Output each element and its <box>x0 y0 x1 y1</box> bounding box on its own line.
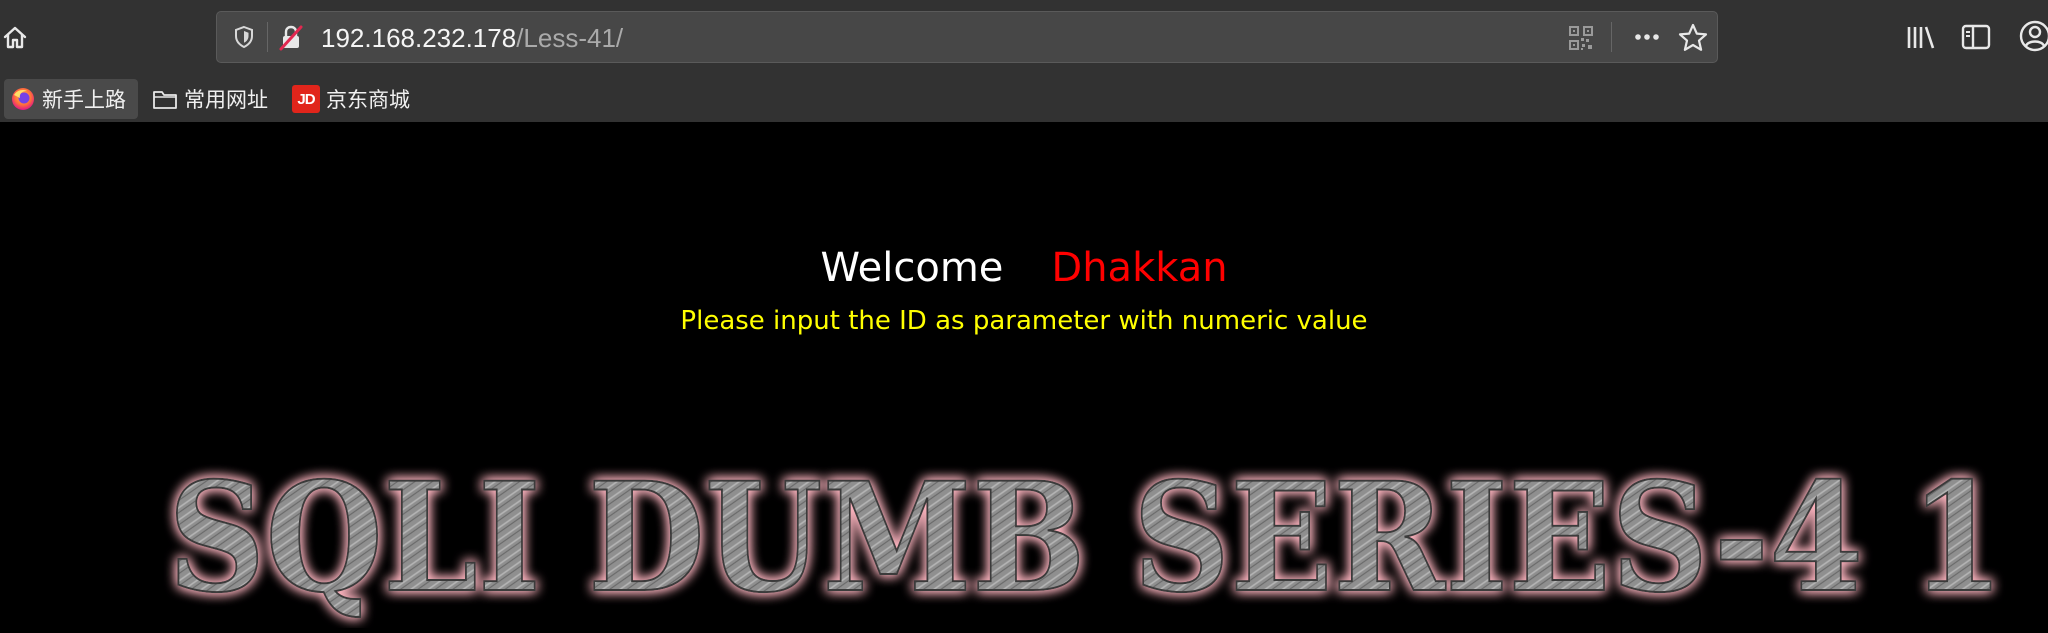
bookmark-getting-started[interactable]: 新手上路 <box>4 79 138 119</box>
url-bar[interactable]: 192.168.232.178/Less-41/ <box>216 11 1718 63</box>
home-icon <box>3 26 27 49</box>
account-icon[interactable] <box>2018 18 2048 54</box>
bookmark-label: 常用网址 <box>184 88 268 112</box>
bookmark-label: 京东商城 <box>326 88 410 112</box>
insecure-connection-lock-icon[interactable] <box>277 24 305 52</box>
welcome-text: Welcome <box>820 245 1004 291</box>
instruction-text: Please input the ID as parameter with nu… <box>680 306 1368 336</box>
jd-icon: JD <box>292 85 320 113</box>
user-name-text: Dhakkan <box>1051 245 1228 291</box>
welcome-heading: Welcome Dhakkan <box>0 248 2048 288</box>
qr-code-icon[interactable] <box>1567 24 1595 52</box>
home-button[interactable] <box>0 20 30 54</box>
sidebar-toggle-icon[interactable] <box>1960 22 1992 52</box>
url-bar-separator <box>1611 22 1612 52</box>
url-text[interactable]: 192.168.232.178/Less-41/ <box>321 23 623 54</box>
bookmark-star-icon[interactable] <box>1677 22 1709 54</box>
bookmark-folder-common-sites[interactable]: 常用网址 <box>146 79 274 119</box>
library-icon[interactable] <box>1904 20 1938 54</box>
page-actions-more-icon[interactable] <box>1629 20 1665 54</box>
sqli-dumb-series-banner: SQLI DUMB SERIES-4 1 <box>167 449 2005 627</box>
banner-text: SQLI DUMB SERIES-4 1 <box>168 450 2004 626</box>
bookmarks-toolbar: 新手上路 常用网址 JD 京东商城 <box>0 75 2048 122</box>
tracking-protection-shield-icon[interactable] <box>231 24 257 50</box>
bookmark-label: 新手上路 <box>42 88 126 112</box>
navigation-toolbar: 192.168.232.178/Less-41/ <box>0 0 2048 75</box>
folder-icon <box>152 86 178 112</box>
browser-chrome: 192.168.232.178/Less-41/ 新手上路 常用网址 JD 京东… <box>0 0 2048 122</box>
url-path: /Less-41/ <box>516 23 624 53</box>
bookmark-jd-mall[interactable]: JD 京东商城 <box>286 79 416 119</box>
page-content: Welcome Dhakkan Please input the ID as pa… <box>0 122 2048 633</box>
firefox-icon <box>10 86 36 112</box>
url-bar-separator <box>267 22 268 52</box>
url-host: 192.168.232.178 <box>321 23 517 53</box>
